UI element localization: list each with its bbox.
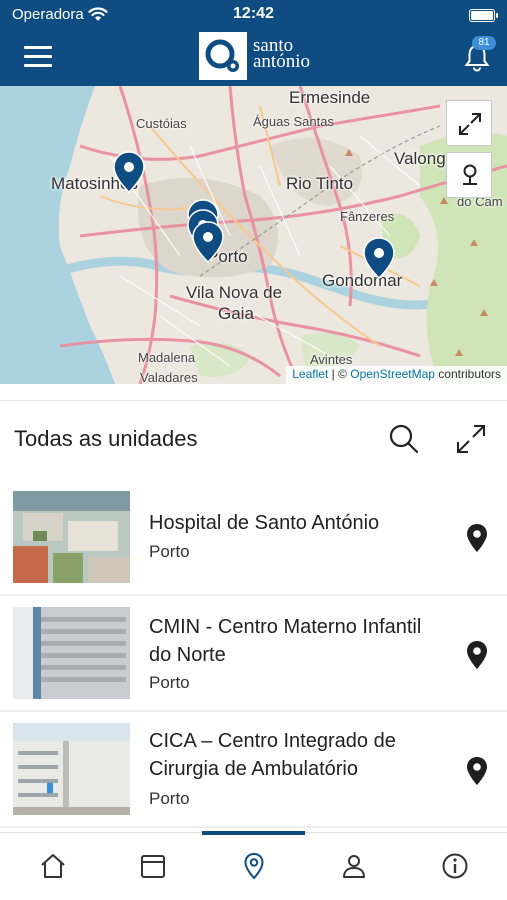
map-label-aguas-santas: Águas Santas: [253, 114, 334, 129]
map-marker[interactable]: [112, 150, 146, 194]
unit-name: CICA – Centro Integrado de Cirurgia de A…: [149, 730, 396, 780]
map-label-custoias: Custóias: [136, 116, 187, 131]
calendar-icon[interactable]: [138, 851, 168, 881]
unit-name: Hospital de Santo António: [149, 512, 380, 534]
clock: 12:42: [233, 5, 274, 22]
menu-icon: [24, 46, 52, 49]
list-item[interactable]: CMIN - Centro Materno Infantil do Norte …: [0, 596, 507, 712]
map-fullscreen-button[interactable]: [446, 100, 492, 146]
attribution-separator: | ©: [328, 367, 351, 381]
home-icon[interactable]: [38, 851, 68, 881]
map-label-madalena: Madalena: [138, 350, 196, 365]
osm-link[interactable]: OpenStreetMap: [350, 367, 435, 381]
location-pin-icon[interactable]: [466, 756, 488, 786]
expand-icon[interactable]: [455, 423, 487, 455]
leaflet-link[interactable]: Leaflet: [292, 367, 328, 381]
logo: santo antónio: [199, 32, 329, 82]
map-label-ermesinde: Ermesinde: [289, 88, 371, 107]
map-tiles: [0, 86, 507, 384]
map-view[interactable]: Ermesinde Custóias Águas Santas Valong M…: [0, 86, 507, 384]
logo-mark: [199, 32, 247, 80]
unit-photo: [13, 607, 130, 699]
bottom-tab-bar: [0, 831, 507, 900]
section-title: Todas as unidades: [14, 426, 198, 451]
logo-text: santo antónio: [253, 36, 310, 72]
map-label-avintes: Avintes: [310, 352, 353, 367]
map-marker[interactable]: [362, 236, 396, 280]
map-label-valadares: Valadares: [140, 370, 198, 384]
battery-icon: [469, 9, 498, 22]
map-label-valongo: Valong: [394, 149, 446, 168]
location-pin-icon[interactable]: [466, 523, 488, 553]
unit-photo: [13, 723, 130, 815]
map-locate-button[interactable]: [446, 152, 492, 198]
map-label-rio-tinto: Rio Tinto: [286, 174, 354, 193]
menu-icon-bar: [24, 64, 52, 67]
map-label-vila-nova: Vila Nova de: [186, 283, 283, 302]
unit-city: Porto: [149, 542, 190, 561]
notification-badge: 81: [472, 36, 496, 50]
logo-line2: antónio: [253, 51, 310, 72]
unit-city: Porto: [149, 673, 190, 692]
list-item[interactable]: CICA – Centro Integrado de Cirurgia de A…: [0, 712, 507, 828]
profile-icon[interactable]: [339, 851, 369, 881]
map-attribution: Leaflet | © OpenStreetMap contributors: [286, 366, 507, 384]
unit-city: Porto: [149, 789, 190, 808]
menu-button[interactable]: [24, 44, 52, 70]
attribution-suffix: contributors: [434, 367, 501, 381]
status-bar: Operadora 12:42: [0, 0, 507, 30]
map-label-fanzeres: Fânzeres: [340, 209, 395, 224]
expand-icon: [459, 113, 481, 135]
locate-pin-icon: [463, 164, 477, 185]
location-pin-icon[interactable]: [466, 640, 488, 670]
search-icon[interactable]: [388, 423, 420, 455]
unit-photo: [13, 491, 130, 583]
app-header: santo antónio 81: [0, 30, 507, 86]
location-icon[interactable]: [239, 851, 269, 881]
units-list: Hospital de Santo António Porto CMIN - C…: [0, 480, 507, 828]
section-header: Todas as unidades: [0, 400, 507, 480]
unit-name: CMIN - Centro Materno Infantil do Norte: [149, 616, 422, 666]
active-tab-indicator: [202, 831, 305, 835]
info-icon[interactable]: [440, 851, 470, 881]
menu-icon-bar: [24, 55, 52, 58]
map-marker[interactable]: [191, 220, 225, 264]
map-label-gaia: Gaia: [218, 304, 254, 323]
list-item[interactable]: Hospital de Santo António Porto: [0, 480, 507, 596]
